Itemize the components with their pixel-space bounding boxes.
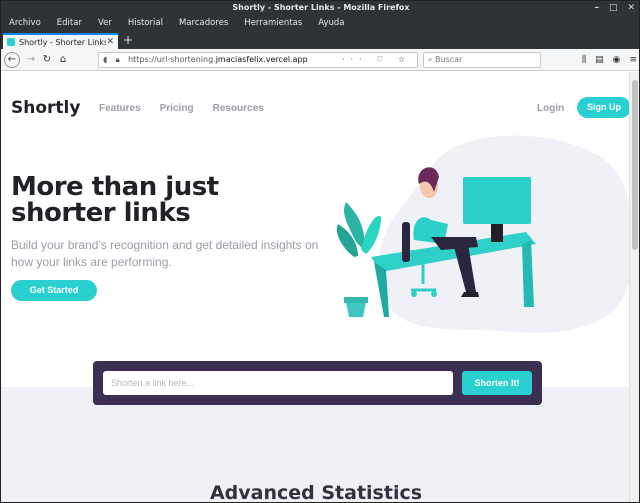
maximize-icon[interactable]: □ xyxy=(609,1,618,15)
favicon-icon xyxy=(7,38,15,46)
scrollbar-thumb[interactable] xyxy=(632,80,638,250)
close-icon[interactable]: ✕ xyxy=(627,1,635,15)
login-link[interactable]: Login xyxy=(537,103,564,114)
get-started-button[interactable]: Get Started xyxy=(11,280,97,301)
section-title: Advanced Statistics xyxy=(209,482,423,503)
window-title: Shortly - Shorter Links - Mozilla Firefo… xyxy=(232,3,410,12)
reload-icon[interactable]: ↻ xyxy=(39,52,55,68)
url-actions[interactable]: ··· ♡ ☆ xyxy=(342,53,411,67)
shorten-link-input[interactable]: Shorten a link here... xyxy=(103,371,453,395)
working-illustration xyxy=(336,135,631,333)
site-logo[interactable]: Shortly xyxy=(11,98,80,118)
browser-window: Shortly - Shorter Links - Mozilla Firefo… xyxy=(0,0,640,503)
tab-shortly[interactable]: Shortly - Shorter Links ✕ xyxy=(3,33,118,49)
search-bar[interactable]: ⌕ Buscar xyxy=(423,52,541,68)
account-icon[interactable]: ◉ xyxy=(613,52,621,68)
nav-features[interactable]: Features xyxy=(99,103,141,114)
page-scrollbar[interactable] xyxy=(629,72,639,502)
new-tab-button[interactable]: + xyxy=(123,33,133,47)
window-controls: – □ ✕ xyxy=(594,1,635,15)
back-icon[interactable]: ← xyxy=(4,52,20,68)
hero-title: More than just shorter links xyxy=(11,172,219,228)
forward-icon[interactable]: → xyxy=(23,52,39,68)
sidebar-icon[interactable]: ▤ xyxy=(595,52,604,68)
minimize-icon[interactable]: – xyxy=(594,1,599,15)
library-icon[interactable]: ⫼ xyxy=(582,52,586,68)
shorten-form: Shorten a link here... Shorten It! xyxy=(93,361,542,405)
search-icon: ⌕ xyxy=(428,55,436,64)
nav-resources[interactable]: Resources xyxy=(213,103,264,114)
menu-historial[interactable]: Historial xyxy=(128,18,163,28)
tab-strip: Shortly - Shorter Links ✕ + xyxy=(1,31,639,49)
navigation-bar: ← → ↻ ⌂ ◖ 🔒︎ https://url-shortening.jmac… xyxy=(1,49,639,71)
hamburger-menu-icon[interactable]: ≡ xyxy=(629,52,637,68)
shield-icon[interactable]: ◖ xyxy=(103,53,113,67)
url-bar[interactable]: ◖ 🔒︎ https://url-shortening.jmaciasfelix… xyxy=(98,52,418,68)
toolbar-icons: ⫼ ▤ ◉ ≡ xyxy=(582,52,637,68)
signup-button[interactable]: Sign Up xyxy=(577,97,631,118)
title-bar: Shortly - Shorter Links - Mozilla Firefo… xyxy=(1,1,639,15)
site-nav: Features Pricing Resources xyxy=(99,103,264,114)
home-icon[interactable]: ⌂ xyxy=(55,52,71,68)
menu-ver[interactable]: Ver xyxy=(98,18,112,28)
menu-bar: Archivo Editar Ver Historial Marcadores … xyxy=(1,15,639,31)
search-placeholder: Buscar xyxy=(435,55,463,64)
nav-pricing[interactable]: Pricing xyxy=(160,103,194,114)
menu-herramientas[interactable]: Herramientas xyxy=(244,18,302,28)
menu-editar[interactable]: Editar xyxy=(57,18,82,28)
menu-archivo[interactable]: Archivo xyxy=(9,18,41,28)
url-prefix: https://url-shortening. xyxy=(128,55,216,64)
menu-marcadores[interactable]: Marcadores xyxy=(179,18,228,28)
lock-icon[interactable]: 🔒︎ xyxy=(116,53,126,67)
tab-title: Shortly - Shorter Links xyxy=(19,37,107,47)
shorten-button[interactable]: Shorten It! xyxy=(462,371,532,395)
hero-subtitle: Build your brand’s recognition and get d… xyxy=(11,238,319,269)
tab-close-icon[interactable]: ✕ xyxy=(106,37,114,47)
web-page: Shortly Features Pricing Resources Login… xyxy=(1,72,631,503)
menu-ayuda[interactable]: Ayuda xyxy=(318,18,344,28)
url-domain: jmaciasfelix.vercel.app xyxy=(215,55,308,64)
